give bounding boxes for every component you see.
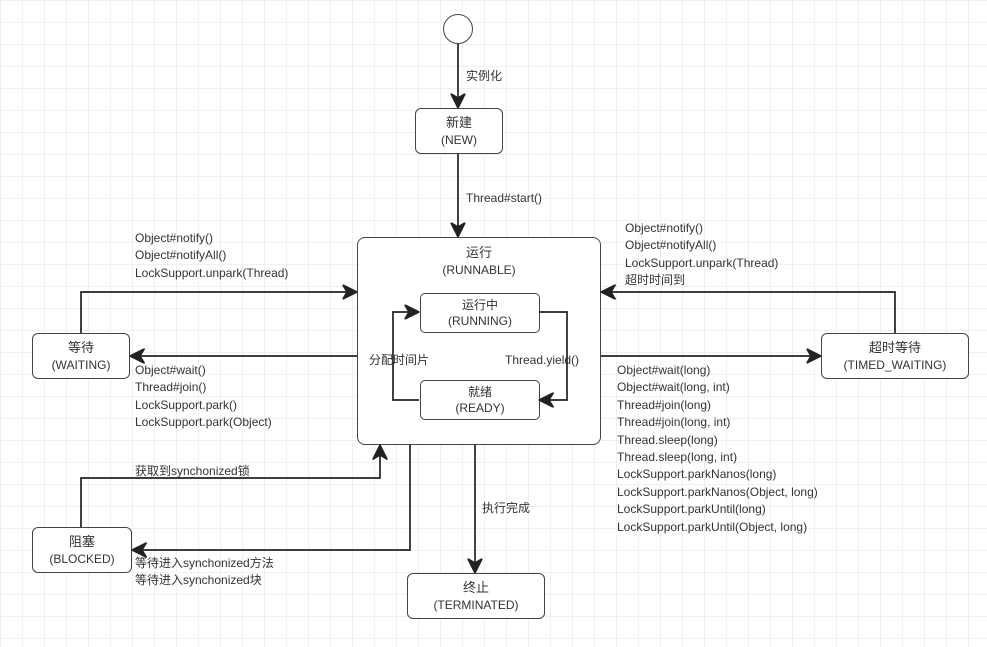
state-runnable: 运行 (RUNNABLE) 运行中 (RUNNING) 就绪 (READY) [357,237,601,445]
state-timed-en: (TIMED_WAITING) [844,357,947,374]
label-alloc-slice: 分配时间片 [369,352,429,369]
state-ready: 就绪 (READY) [420,380,540,420]
label-to-blocked: 等待进入synchonized方法等待进入synchonized块 [135,555,274,590]
start-node [443,14,473,44]
label-from-waiting: Object#notify()Object#notifyAll()LockSup… [135,230,288,282]
state-blocked-en: (BLOCKED) [49,551,114,568]
state-running-en: (RUNNING) [448,313,512,329]
state-ready-cn: 就绪 [468,384,492,400]
state-waiting-en: (WAITING) [52,357,111,374]
state-new-en: (NEW) [441,132,477,149]
label-yield: Thread.yield() [505,352,579,369]
state-terminated: 终止 (TERMINATED) [407,573,545,619]
state-ready-en: (READY) [455,400,504,416]
label-from-blocked: 获取到synchonized锁 [135,463,250,480]
label-instantiate: 实例化 [466,68,502,85]
label-to-terminated: 执行完成 [482,500,530,517]
label-to-timed: Object#wait(long)Object#wait(long, int)T… [617,362,818,536]
state-waiting: 等待 (WAITING) [32,333,130,379]
state-blocked-cn: 阻塞 [69,533,95,551]
state-new: 新建 (NEW) [415,108,503,154]
label-thread-start: Thread#start() [466,190,542,207]
state-running-cn: 运行中 [462,297,498,313]
state-waiting-cn: 等待 [68,339,94,357]
state-terminated-en: (TERMINATED) [433,597,518,614]
state-new-cn: 新建 [446,114,472,132]
label-to-waiting: Object#wait()Thread#join()LockSupport.pa… [135,362,272,432]
state-runnable-cn: 运行 [358,244,600,262]
label-from-timed: Object#notify()Object#notifyAll()LockSup… [625,220,778,290]
state-terminated-cn: 终止 [463,579,489,597]
state-blocked: 阻塞 (BLOCKED) [32,527,132,573]
state-timed-waiting: 超时等待 (TIMED_WAITING) [821,333,969,379]
state-runnable-en: (RUNNABLE) [358,262,600,279]
state-timed-cn: 超时等待 [869,339,921,357]
state-running: 运行中 (RUNNING) [420,293,540,333]
